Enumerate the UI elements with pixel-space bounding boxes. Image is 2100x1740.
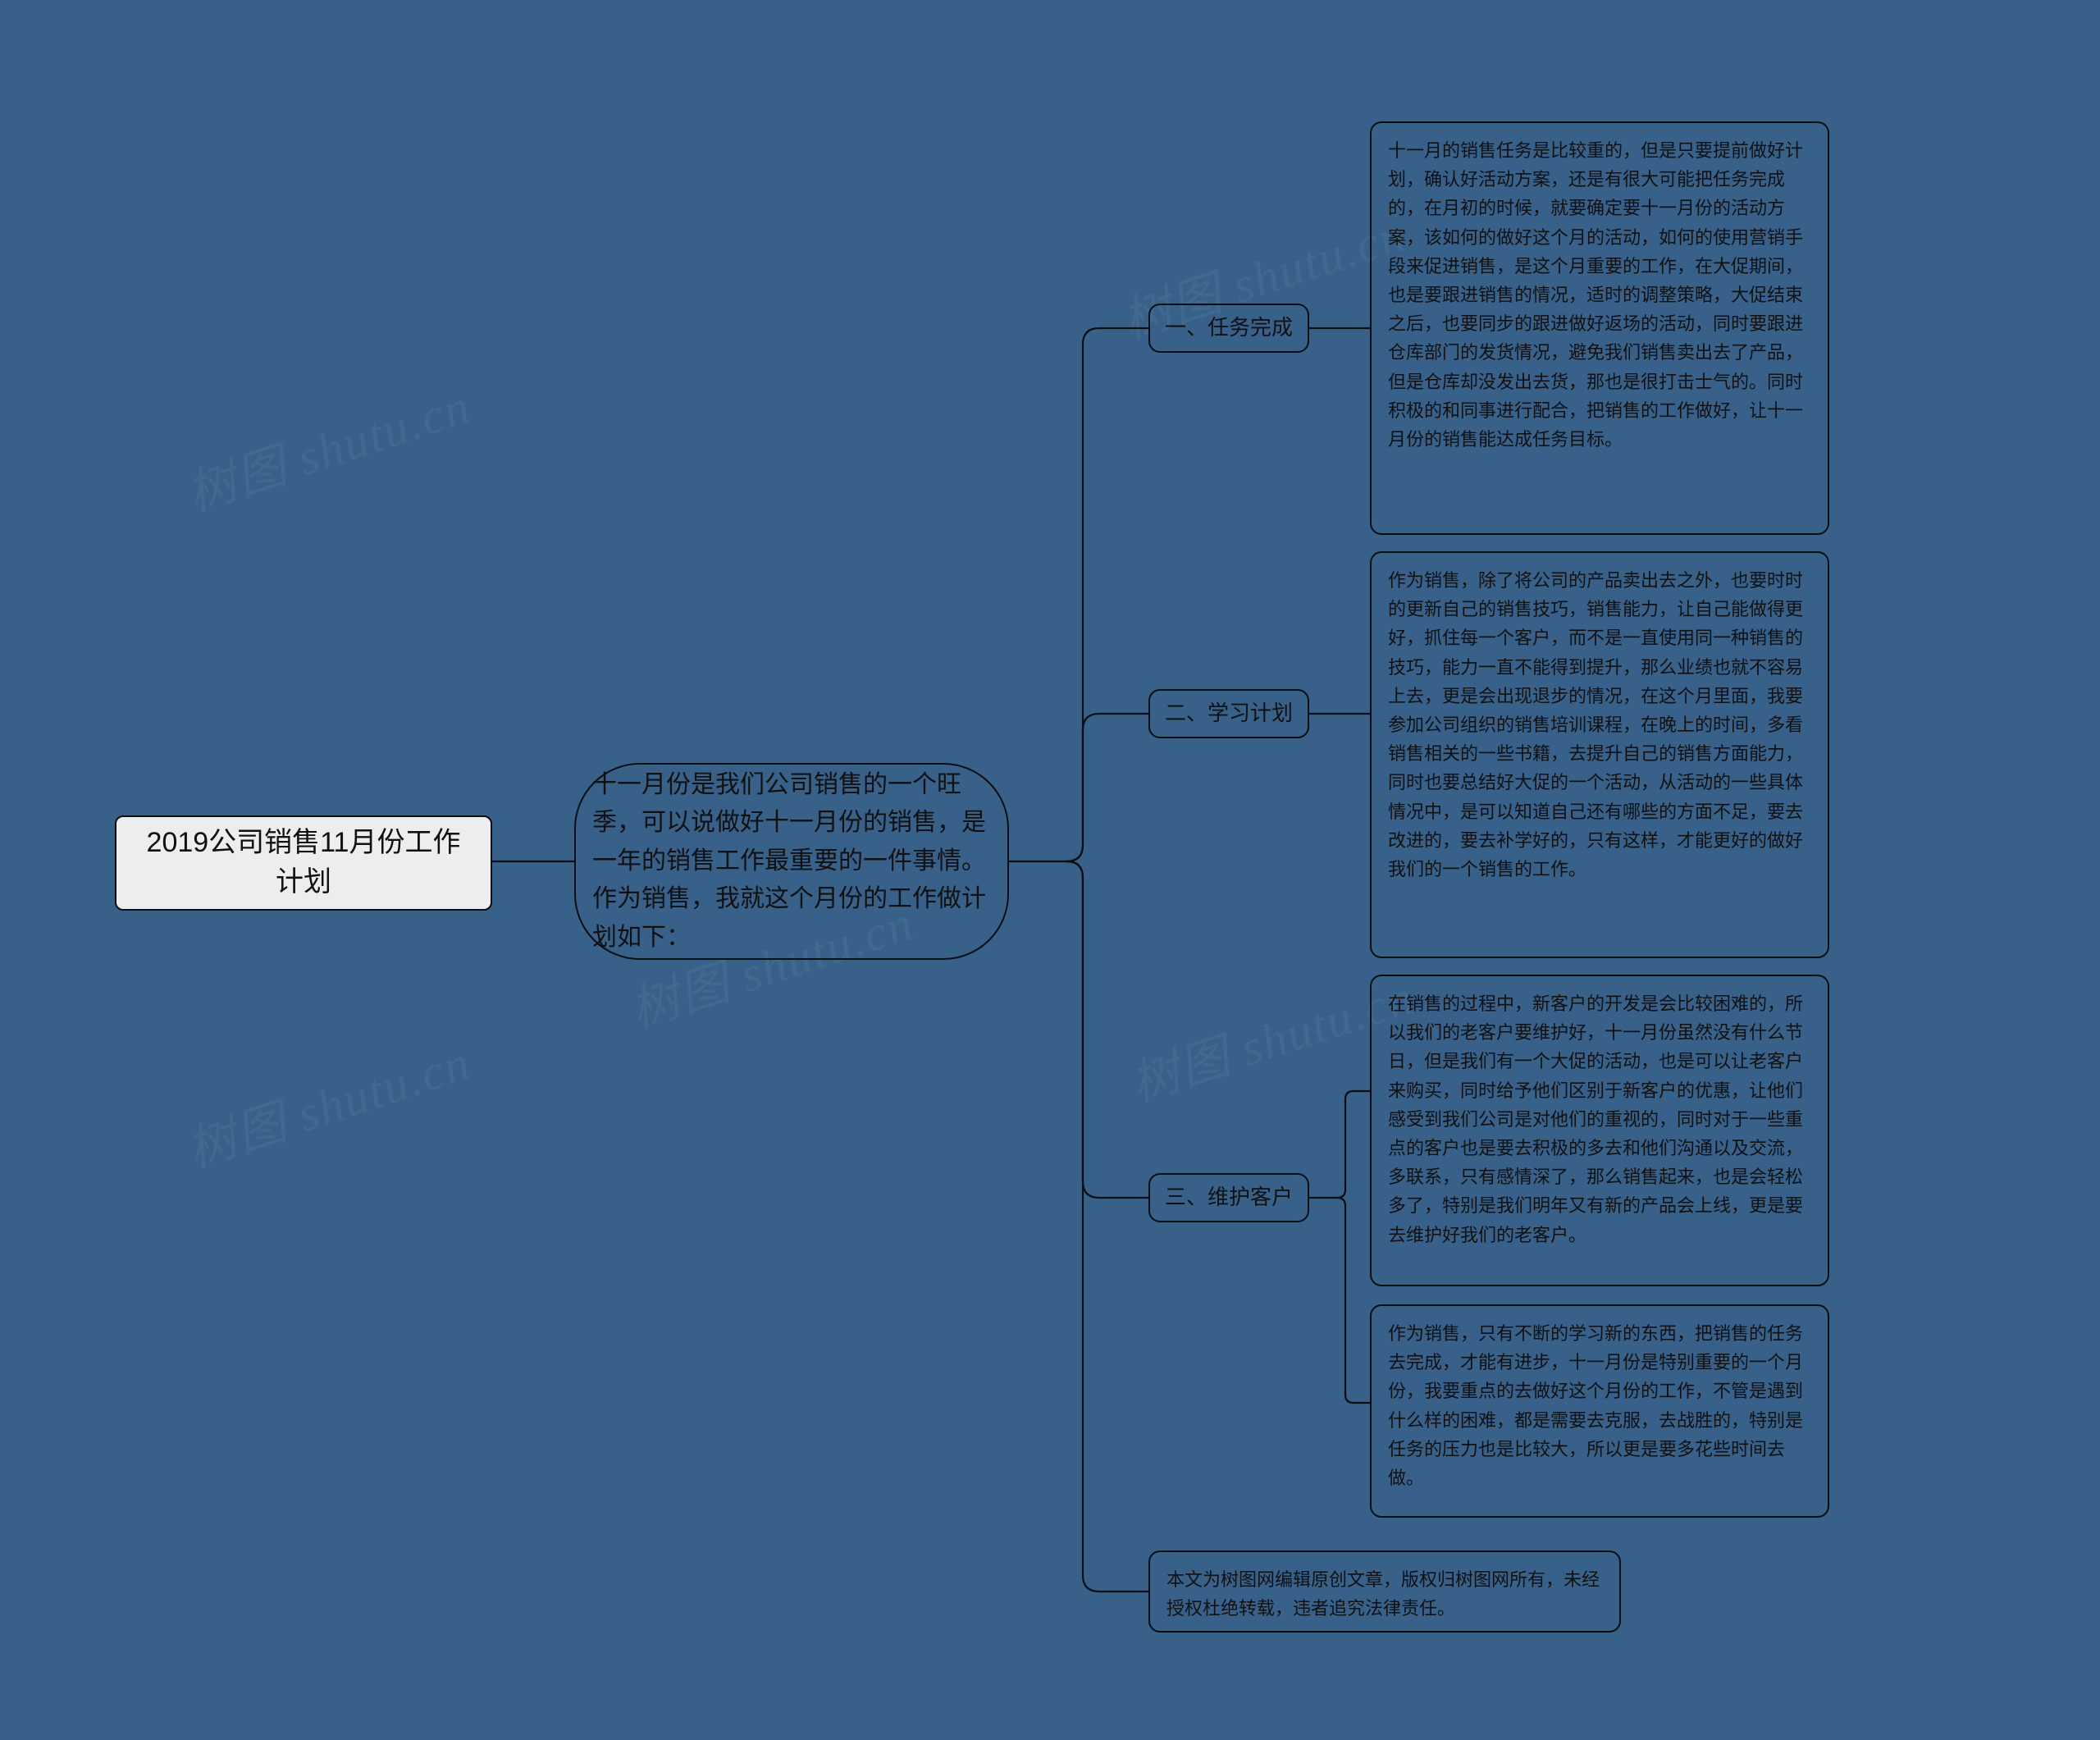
root-node[interactable]: 2019公司销售11月份工作计划 [115,815,492,911]
watermark: 树图 shutu.cn [176,367,478,526]
watermark: 树图 shutu.cn [176,1023,478,1182]
leaf-text: 作为销售，只有不断的学习新的东西，把销售的任务去完成，才能有进步，十一月份是特别… [1388,1319,1811,1492]
branch-label: 三、维护客户 [1165,1184,1293,1212]
branch-label: 二、学习计划 [1165,700,1293,728]
branch-label: 一、任务完成 [1165,314,1293,342]
intro-node[interactable]: 十一月份是我们公司销售的一个旺季，可以说做好十一月份的销售，是一年的销售工作最重… [574,763,1009,960]
intro-text: 十一月份是我们公司销售的一个旺季，可以说做好十一月份的销售，是一年的销售工作最重… [592,766,991,957]
leaf-text: 在销售的过程中，新客户的开发是会比较困难的，所以我们的老客户要维护好，十一月份虽… [1388,989,1811,1249]
leaf-text: 十一月的销售任务是比较重的，但是只要提前做好计划，确认好活动方案，还是有很大可能… [1388,136,1811,454]
leaf-study-plan-detail[interactable]: 作为销售，除了将公司的产品卖出去之外，也要时时的更新自己的销售技巧，销售能力，让… [1370,551,1829,958]
root-title: 2019公司销售11月份工作计划 [133,824,474,902]
leaf-text: 作为销售，除了将公司的产品卖出去之外，也要时时的更新自己的销售技巧，销售能力，让… [1388,566,1811,884]
branch-footer-note[interactable]: 本文为树图网编辑原创文章，版权归树图网所有，未经授权杜绝转载，违者追究法律责任。 [1148,1550,1621,1633]
branch-study-plan[interactable]: 二、学习计划 [1148,689,1309,738]
leaf-task-complete-detail[interactable]: 十一月的销售任务是比较重的，但是只要提前做好计划，确认好活动方案，还是有很大可能… [1370,121,1829,535]
branch-maintain-customer[interactable]: 三、维护客户 [1148,1173,1309,1222]
branch-task-complete[interactable]: 一、任务完成 [1148,304,1309,353]
leaf-maintain-customer-2[interactable]: 作为销售，只有不断的学习新的东西，把销售的任务去完成，才能有进步，十一月份是特别… [1370,1304,1829,1518]
leaf-text: 本文为树图网编辑原创文章，版权归树图网所有，未经授权杜绝转载，违者追究法律责任。 [1166,1565,1603,1623]
leaf-maintain-customer-1[interactable]: 在销售的过程中，新客户的开发是会比较困难的，所以我们的老客户要维护好，十一月份虽… [1370,975,1829,1286]
